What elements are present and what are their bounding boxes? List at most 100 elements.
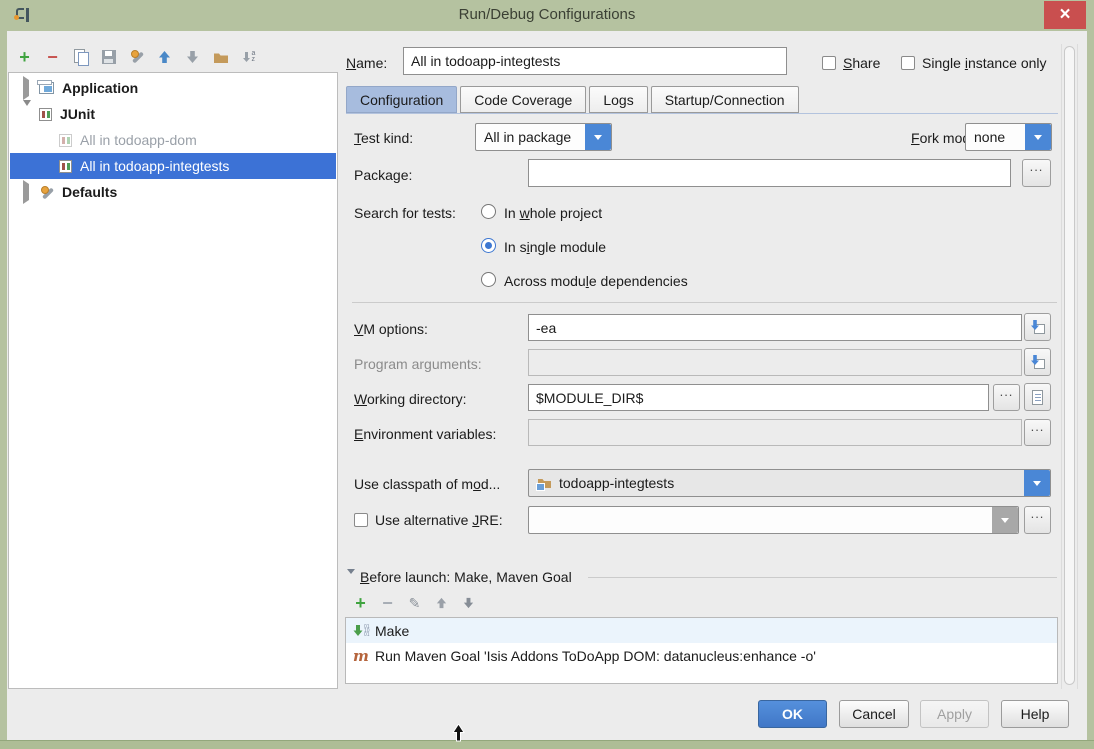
name-input[interactable]: All in todoapp-integtests <box>403 47 787 75</box>
working-directory-label: Working directory: <box>354 391 467 407</box>
folder-icon <box>213 51 229 64</box>
copy-configuration-button[interactable] <box>72 49 89 66</box>
settings-tabs: Configuration Code Coverage Logs Startup… <box>346 86 802 113</box>
before-launch-item-maven-goal[interactable]: m Run Maven Goal 'Isis Addons ToDoApp DO… <box>346 643 1057 668</box>
move-down-button[interactable] <box>184 49 201 66</box>
configurations-tree: Application JUnit All in todoapp-dom All… <box>8 72 338 689</box>
chevron-down-icon[interactable] <box>585 124 611 150</box>
ellipsis-icon: ... <box>1031 507 1045 520</box>
run-debug-configurations-dialog: Run/Debug Configurations × + − a z Appli… <box>0 0 1094 749</box>
edit-defaults-button[interactable] <box>128 49 145 66</box>
tree-item-label: JUnit <box>60 106 95 122</box>
program-arguments-label: Program arguments: <box>354 356 482 372</box>
cancel-button[interactable]: Cancel <box>839 700 909 728</box>
panel-splitter[interactable] <box>338 31 345 689</box>
minus-icon: − <box>47 50 58 64</box>
plus-icon: + <box>19 50 30 64</box>
working-directory-macros-button[interactable] <box>1024 383 1051 411</box>
window-border-left <box>0 31 7 740</box>
classpath-module-dropdown[interactable]: todoapp-integtests <box>528 469 1051 497</box>
chevron-down-icon[interactable] <box>1025 124 1051 150</box>
ellipsis-icon: ... <box>1030 160 1044 173</box>
close-button[interactable]: × <box>1044 1 1086 29</box>
alternative-jre-dropdown <box>528 506 1019 534</box>
before-launch-item-make[interactable]: 01 10 01 Make <box>346 618 1057 643</box>
module-icon <box>537 477 553 490</box>
radio-single-module-label: In single module <box>504 239 606 255</box>
before-launch-remove-button[interactable]: − <box>379 595 396 612</box>
sort-az-label: a z <box>252 51 256 63</box>
vm-options-label: VM options: <box>354 321 428 337</box>
tree-item-label: Application <box>62 80 138 96</box>
add-configuration-button[interactable]: + <box>16 49 33 66</box>
create-folder-button[interactable] <box>212 49 229 66</box>
radio-across-modules[interactable] <box>481 272 496 287</box>
move-up-button[interactable] <box>156 49 173 66</box>
before-launch-move-down-button[interactable] <box>460 595 477 612</box>
chevron-down-icon[interactable] <box>1024 470 1050 496</box>
program-arguments-expand-button[interactable] <box>1024 348 1051 376</box>
single-instance-checkbox[interactable] <box>901 56 915 70</box>
vm-options-expand-button[interactable] <box>1024 313 1051 341</box>
tab-code-coverage[interactable]: Code Coverage <box>460 86 586 113</box>
expand-expanded-icon[interactable] <box>23 106 31 122</box>
save-configuration-button[interactable] <box>100 49 117 66</box>
paste-expand-icon <box>1029 354 1046 370</box>
tree-item-all-in-todoapp-dom[interactable]: All in todoapp-dom <box>10 127 336 153</box>
before-launch-header-line <box>588 577 1057 578</box>
help-button[interactable]: Help <box>1001 700 1069 728</box>
pencil-icon: ✎ <box>409 596 421 610</box>
fork-mode-dropdown[interactable]: none <box>965 123 1052 151</box>
scrollbar[interactable] <box>1061 44 1078 689</box>
test-kind-label: Test kind: <box>354 130 413 146</box>
package-input[interactable] <box>528 159 1011 187</box>
remove-configuration-button[interactable]: − <box>44 49 61 66</box>
application-icon <box>39 82 54 94</box>
ok-button[interactable]: OK <box>758 700 827 728</box>
working-directory-input[interactable]: $MODULE_DIR$ <box>528 384 989 411</box>
apply-button: Apply <box>920 700 989 728</box>
close-icon: × <box>1059 4 1070 26</box>
tree-item-all-in-todoapp-integtests[interactable]: All in todoapp-integtests <box>10 153 336 179</box>
tree-item-application[interactable]: Application <box>10 75 336 101</box>
share-checkbox[interactable] <box>822 56 836 70</box>
tab-startup-connection[interactable]: Startup/Connection <box>651 86 799 113</box>
before-launch-collapse-icon[interactable] <box>347 574 355 590</box>
vm-options-input[interactable]: -ea <box>528 314 1022 341</box>
alternative-jre-label: Use alternative JRE: <box>375 512 503 528</box>
tab-configuration[interactable]: Configuration <box>346 86 457 113</box>
window-border-bottom <box>0 740 1094 749</box>
alternative-jre-checkbox[interactable] <box>354 513 368 527</box>
paste-expand-icon <box>1029 319 1046 335</box>
expand-collapsed-icon[interactable] <box>23 184 31 200</box>
before-launch-edit-button[interactable]: ✎ <box>406 595 423 612</box>
tabs-underline <box>346 113 1058 114</box>
test-kind-dropdown[interactable]: All in package <box>475 123 612 151</box>
working-directory-browse-button[interactable]: ... <box>993 384 1020 411</box>
before-launch-toolbar: + − ✎ <box>352 594 477 612</box>
junit-icon <box>39 108 52 121</box>
radio-across-modules-label: Across module dependencies <box>504 273 688 289</box>
single-instance-label: Single instance only <box>922 55 1047 71</box>
dialog-titlebar[interactable]: Run/Debug Configurations × <box>0 0 1094 31</box>
name-label: Name: <box>346 55 387 71</box>
tree-item-junit[interactable]: JUnit <box>10 101 336 127</box>
environment-variables-browse-button[interactable]: ... <box>1024 419 1051 446</box>
expand-collapsed-icon[interactable] <box>23 80 31 96</box>
radio-whole-project[interactable] <box>481 204 496 219</box>
environment-variables-input <box>528 419 1022 446</box>
search-for-tests-label: Search for tests: <box>354 205 456 221</box>
alternative-jre-browse-button[interactable]: ... <box>1024 506 1051 534</box>
before-launch-move-up-button[interactable] <box>433 595 450 612</box>
tree-item-defaults[interactable]: Defaults <box>10 179 336 205</box>
before-launch-add-button[interactable]: + <box>352 595 369 612</box>
radio-single-module[interactable] <box>481 238 496 253</box>
sort-configurations-button[interactable]: a z <box>240 49 257 66</box>
package-browse-button[interactable]: ... <box>1022 159 1051 187</box>
junit-config-icon <box>59 134 72 147</box>
scrollbar-thumb[interactable] <box>1064 46 1075 685</box>
mouse-cursor <box>452 724 465 742</box>
arrow-down-icon <box>463 597 474 609</box>
junit-config-icon <box>59 160 72 173</box>
tab-logs[interactable]: Logs <box>589 86 647 113</box>
